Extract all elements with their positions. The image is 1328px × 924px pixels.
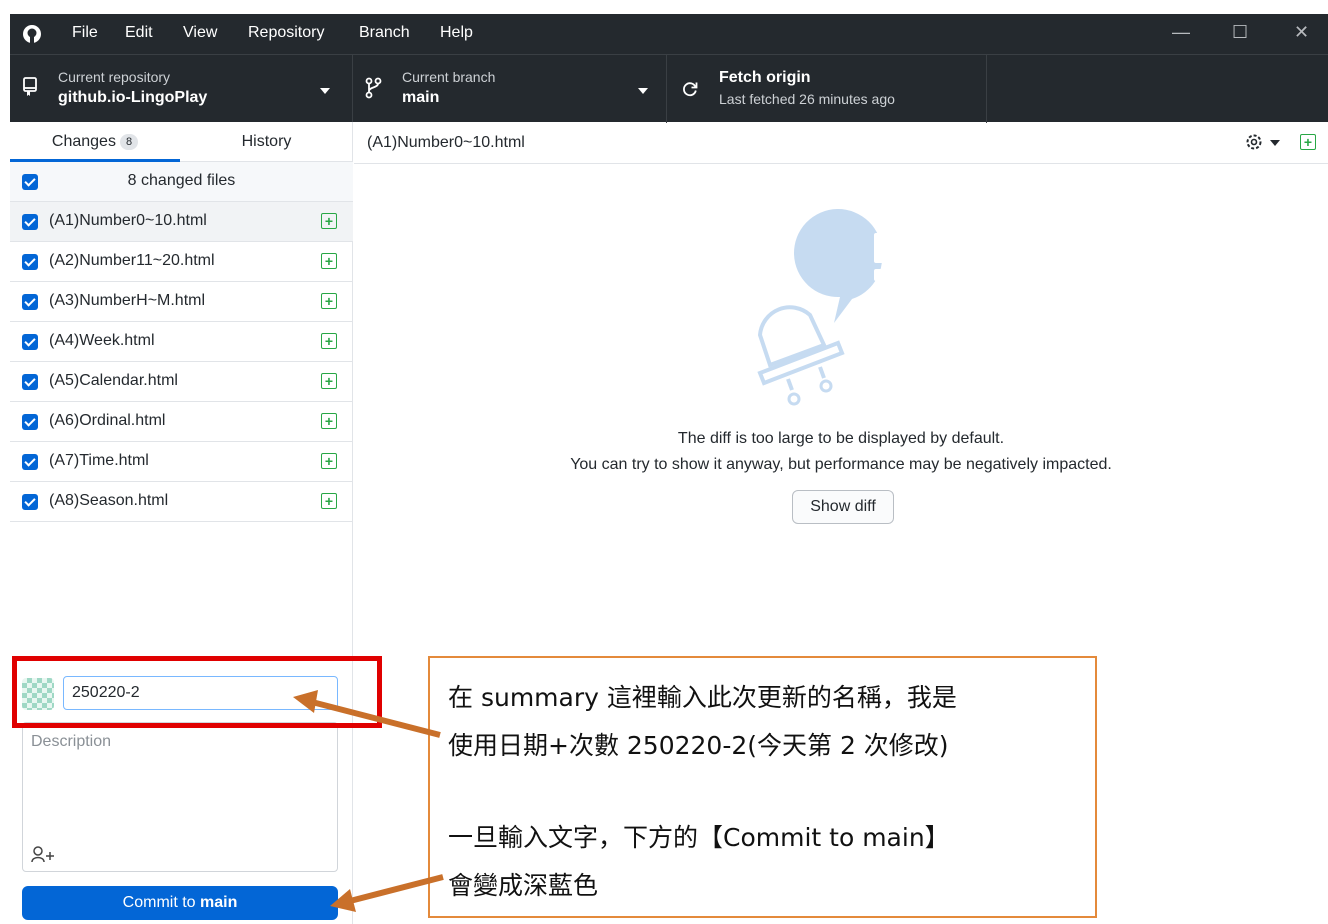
file-added-icon: + — [1300, 134, 1316, 150]
tab-changes-label: Changes — [51, 133, 116, 150]
select-all-row: 8 changed files — [10, 162, 353, 202]
selected-file-path: (A1)Number0~10.html — [367, 134, 525, 151]
file-added-icon: + — [321, 453, 337, 469]
commit-button-branch: main — [200, 894, 238, 911]
menu-view[interactable]: View — [183, 24, 217, 42]
sync-icon — [683, 82, 698, 97]
sidebar-tabs: Changes 8 History — [10, 122, 353, 162]
show-diff-button[interactable]: Show diff — [792, 490, 894, 524]
too-large-illustration-icon — [757, 209, 887, 406]
file-added-icon: + — [321, 253, 337, 269]
file-checkbox[interactable] — [22, 254, 38, 270]
repository-label: Current repository — [58, 69, 171, 85]
github-logo-icon — [23, 25, 41, 43]
file-checkbox[interactable] — [22, 454, 38, 470]
file-row[interactable]: (A2)Number11~20.html + — [10, 242, 353, 282]
add-coauthor-icon[interactable] — [31, 845, 55, 863]
menu-edit[interactable]: Edit — [125, 24, 153, 42]
annotation-callout: 在 summary 這裡輸入此次更新的名稱，我是 使用日期+次數 250220-… — [428, 656, 1097, 918]
chevron-down-icon[interactable] — [1270, 140, 1280, 146]
changes-count-badge: 8 — [119, 133, 139, 150]
description-placeholder: Description — [31, 733, 112, 750]
commit-button-prefix: Commit to — [122, 894, 200, 911]
file-added-icon: + — [321, 413, 337, 429]
current-repository-dropdown[interactable]: Current repository github.io-LingoPlay — [10, 55, 353, 123]
fetch-title: Fetch origin — [719, 69, 811, 86]
file-added-icon: + — [321, 373, 337, 389]
summary-highlight-box — [12, 656, 382, 728]
file-checkbox[interactable] — [22, 334, 38, 350]
fetch-status: Last fetched 26 minutes ago — [719, 91, 895, 107]
branch-icon — [365, 77, 382, 99]
gear-icon[interactable] — [1244, 132, 1264, 152]
file-checkbox[interactable] — [22, 494, 38, 510]
file-added-icon: + — [321, 293, 337, 309]
file-row[interactable]: (A4)Week.html + — [10, 322, 353, 362]
annotation-line-4: 會變成深藍色 — [448, 871, 599, 900]
annotation-line-2: 使用日期+次數 250220-2(今天第 2 次修改) — [448, 731, 949, 760]
repository-name: github.io-LingoPlay — [58, 89, 208, 106]
diff-header: (A1)Number0~10.html + — [354, 122, 1328, 164]
current-branch-dropdown[interactable]: Current branch main — [353, 55, 667, 123]
file-name: (A3)NumberH~M.html — [49, 292, 206, 309]
menu-repository[interactable]: Repository — [248, 24, 324, 42]
file-name: (A2)Number11~20.html — [49, 252, 215, 269]
file-checkbox[interactable] — [22, 294, 38, 310]
file-name: (A7)Time.html — [49, 452, 149, 469]
file-name: (A1)Number0~10.html — [49, 212, 207, 229]
minimize-button[interactable]: — — [1172, 22, 1190, 43]
tab-changes[interactable]: Changes 8 — [10, 122, 180, 162]
menu-help[interactable]: Help — [440, 24, 473, 42]
menu-branch[interactable]: Branch — [359, 24, 410, 42]
file-name: (A8)Season.html — [49, 492, 169, 509]
toolbar: Current repository github.io-LingoPlay C… — [10, 54, 1328, 123]
title-bar: File Edit View Repository Branch Help — … — [10, 14, 1328, 54]
file-checkbox[interactable] — [22, 414, 38, 430]
file-name: (A6)Ordinal.html — [49, 412, 166, 429]
chevron-down-icon — [320, 88, 330, 94]
file-added-icon: + — [321, 333, 337, 349]
diff-too-large-message: The diff is too large to be displayed by… — [677, 430, 1005, 447]
file-name: (A4)Week.html — [49, 332, 155, 349]
file-row[interactable]: (A7)Time.html + — [10, 442, 353, 482]
tab-history[interactable]: History — [180, 122, 353, 162]
close-button[interactable]: ✕ — [1294, 22, 1309, 43]
annotation-line-1: 在 summary 這裡輸入此次更新的名稱，我是 — [448, 683, 957, 712]
file-row[interactable]: (A8)Season.html + — [10, 482, 353, 522]
tab-history-label: History — [241, 133, 292, 150]
changed-files-count: 8 changed files — [127, 172, 236, 189]
file-row[interactable]: (A3)NumberH~M.html + — [10, 282, 353, 322]
branch-name: main — [402, 89, 440, 106]
file-added-icon: + — [321, 213, 337, 229]
branch-label: Current branch — [402, 69, 496, 85]
maximize-button[interactable]: ☐ — [1232, 22, 1248, 43]
file-row[interactable]: (A1)Number0~10.html + — [10, 202, 353, 242]
menu-file[interactable]: File — [72, 24, 98, 42]
annotation-line-3: 一旦輸入文字，下方的【Commit to main】 — [448, 823, 950, 852]
file-name: (A5)Calendar.html — [49, 372, 178, 389]
commit-description-field[interactable]: Description — [22, 722, 338, 872]
file-checkbox[interactable] — [22, 374, 38, 390]
repository-icon — [23, 77, 37, 96]
fetch-origin-button[interactable]: Fetch origin Last fetched 26 minutes ago — [667, 55, 987, 123]
commit-button[interactable]: Commit to main — [22, 886, 338, 920]
file-row[interactable]: (A6)Ordinal.html + — [10, 402, 353, 442]
file-checkbox[interactable] — [22, 214, 38, 230]
file-row[interactable]: (A5)Calendar.html + — [10, 362, 353, 402]
diff-performance-warning: You can try to show it anyway, but perfo… — [570, 456, 1112, 473]
file-added-icon: + — [321, 493, 337, 509]
chevron-down-icon — [638, 88, 648, 94]
